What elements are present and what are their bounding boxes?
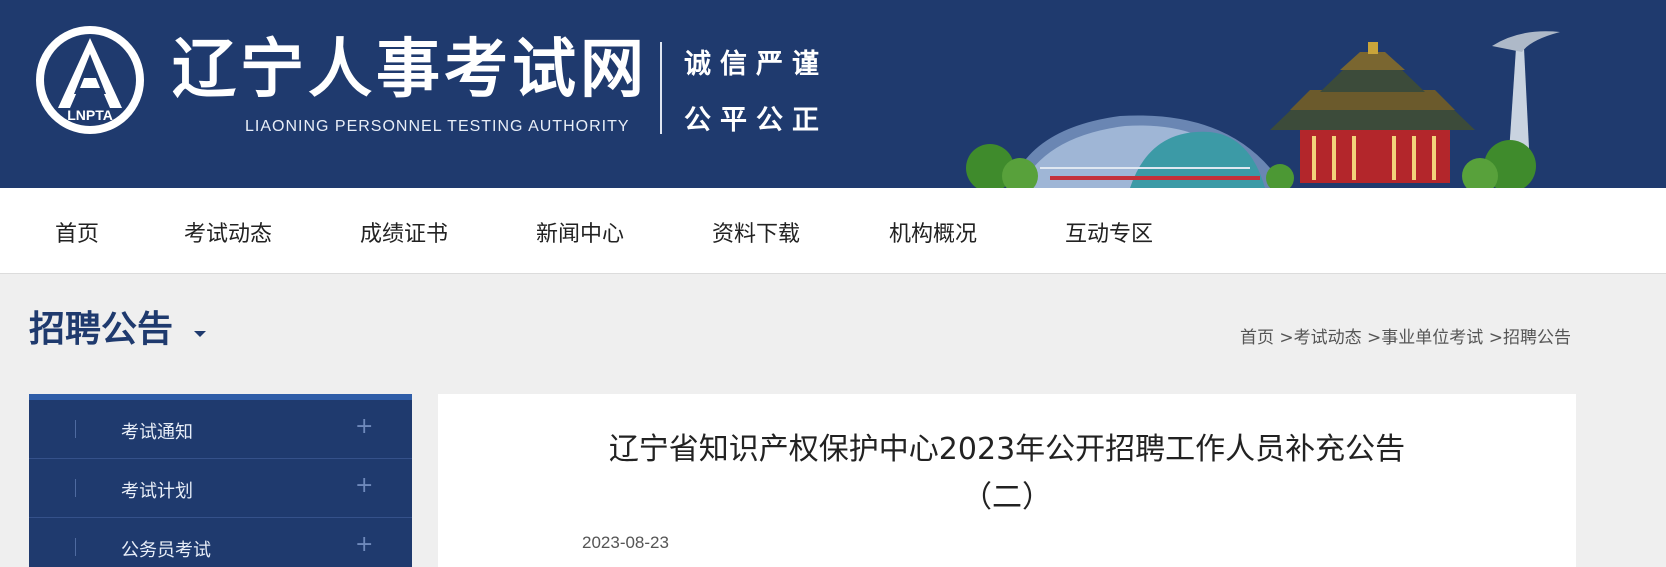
nav-item-news-center[interactable]: 新闻中心 [536,216,624,248]
lnpta-logo[interactable]: LNPTA [34,24,146,136]
article-title: 辽宁省知识产权保护中心2023年公开招聘工作人员补充公告（二） [608,432,1406,515]
slogan-line-1: 诚信严谨 [684,49,828,80]
sidebar-item-marker [75,479,76,497]
sidebar-item-marker [75,538,76,556]
sidebar-item-marker [75,420,76,438]
sidebar-item-label: 公务员考试 [121,540,211,561]
breadcrumb-exam-news[interactable]: >考试动态 [1274,328,1361,348]
sidebar-item-label: 考试计划 [121,481,193,502]
breadcrumb-public-institution-exam[interactable]: >事业单位考试 [1362,328,1483,348]
breadcrumb-recruitment-notice[interactable]: >招聘公告 [1483,328,1571,348]
main-nav: 首页 考试动态 成绩证书 新闻中心 资料下载 机构概况 互动专区 [0,188,1666,274]
nav-item-home[interactable]: 首页 [55,216,99,248]
breadcrumb-home[interactable]: 首页 [1240,328,1274,348]
slogan-line-2: 公平公正 [684,105,828,136]
sidebar-item-exam-notices[interactable]: 考试通知 + [29,400,412,459]
plus-icon[interactable]: + [355,414,373,439]
svg-text:LNPTA: LNPTA [67,107,113,123]
site-header: LNPTA 辽宁人事考试网 LIAONING PERSONNEL TESTING… [0,0,1666,188]
caret-down-icon[interactable] [194,331,206,337]
site-title[interactable]: 辽宁人事考试网 [172,34,648,106]
article-date: 2023-08-23 [582,533,669,552]
plus-icon[interactable]: + [355,473,373,498]
breadcrumb: 首页 >考试动态 >事业单位考试 >招聘公告 [1240,323,1571,348]
header-divider [660,42,662,134]
sidebar-item-exam-plans[interactable]: 考试计划 + [29,459,412,518]
nav-item-interaction[interactable]: 互动专区 [1065,216,1153,248]
nav-item-about[interactable]: 机构概况 [889,216,977,248]
sidebar-item-civil-service-exam[interactable]: 公务员考试 + [29,518,412,567]
article-panel: 辽宁省知识产权保护中心2023年公开招聘工作人员补充公告（二） 2023-08-… [438,394,1576,567]
nav-item-exam-news[interactable]: 考试动态 [184,216,272,248]
site-subtitle: LIAONING PERSONNEL TESTING AUTHORITY [245,118,630,135]
plus-icon[interactable]: + [355,532,373,557]
page-title: 招聘公告 [29,309,174,350]
sidebar-menu: 考试通知 + 考试计划 + 公务员考试 + [29,394,412,567]
sidebar-item-label: 考试通知 [121,422,193,443]
nav-item-scores-certificates[interactable]: 成绩证书 [360,216,448,248]
header-scenery-image [966,31,1560,188]
nav-item-downloads[interactable]: 资料下载 [712,216,800,248]
